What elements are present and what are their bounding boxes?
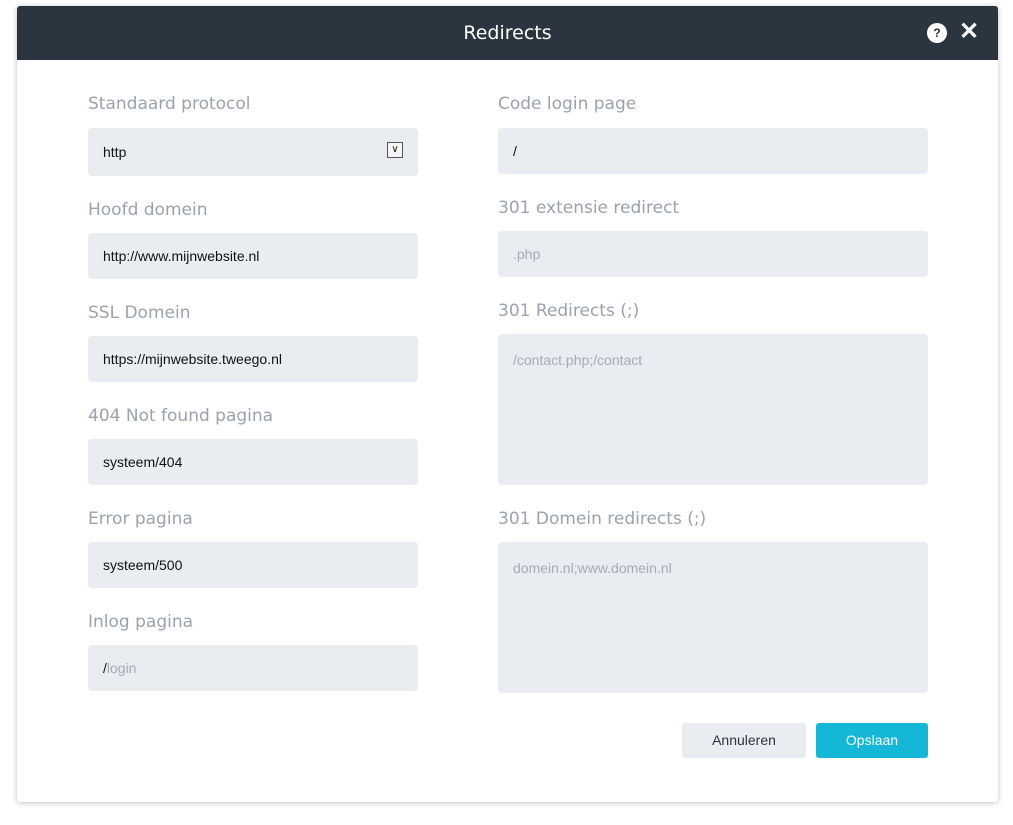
protocol-select[interactable]: http ∨ xyxy=(88,128,418,176)
label-ssl-domein: SSL Domein xyxy=(88,303,191,323)
label-domein-redirects: 301 Domein redirects (;) xyxy=(498,509,707,529)
close-icon[interactable]: ✕ xyxy=(959,18,979,46)
ssl-domein-value: https://mijnwebsite.tweego.nl xyxy=(103,351,282,367)
redirects-textarea[interactable]: /contact.php;/contact xyxy=(498,334,928,485)
code-login-input[interactable]: / xyxy=(498,128,928,174)
not-found-input[interactable]: systeem/404 xyxy=(88,439,418,485)
extensie-redirect-input[interactable]: .php xyxy=(498,231,928,277)
inlog-pagina-input[interactable]: / login xyxy=(88,645,418,691)
extensie-placeholder: .php xyxy=(513,246,541,262)
label-hoofd-domein: Hoofd domein xyxy=(88,200,208,220)
domein-redirects-placeholder: domein.nl;www.domein.nl xyxy=(513,560,672,576)
label-standaard-protocol: Standaard protocol xyxy=(88,94,251,114)
protocol-select-value: http xyxy=(103,144,127,160)
not-found-value: systeem/404 xyxy=(103,454,183,470)
label-code-login-page: Code login page xyxy=(498,94,637,114)
label-extensie-redirect: 301 extensie redirect xyxy=(498,198,680,218)
inlog-placeholder: login xyxy=(106,660,137,676)
redirects-placeholder: /contact.php;/contact xyxy=(513,352,643,368)
redirects-dialog: Redirects ? ✕ Standaard protocol http ∨ … xyxy=(17,6,998,802)
label-error-pagina: Error pagina xyxy=(88,509,193,529)
cancel-button[interactable]: Annuleren xyxy=(682,723,806,758)
dialog-header: Redirects ? ✕ xyxy=(17,6,998,60)
ssl-domein-input[interactable]: https://mijnwebsite.tweego.nl xyxy=(88,336,418,382)
label-404-pagina: 404 Not found pagina xyxy=(88,406,274,426)
help-icon[interactable]: ? xyxy=(927,23,947,43)
hoofd-domein-value: http://www.mijnwebsite.nl xyxy=(103,248,260,264)
error-pagina-value: systeem/500 xyxy=(103,557,183,573)
code-login-value: / xyxy=(513,143,517,159)
domein-redirects-textarea[interactable]: domein.nl;www.domein.nl xyxy=(498,542,928,693)
hoofd-domein-input[interactable]: http://www.mijnwebsite.nl xyxy=(88,233,418,279)
dialog-title: Redirects xyxy=(463,22,552,44)
save-button[interactable]: Opslaan xyxy=(816,723,928,758)
label-301-redirects: 301 Redirects (;) xyxy=(498,301,640,321)
label-inlog-pagina: Inlog pagina xyxy=(88,612,194,632)
error-pagina-input[interactable]: systeem/500 xyxy=(88,542,418,588)
chevron-down-icon[interactable]: ∨ xyxy=(387,142,403,158)
